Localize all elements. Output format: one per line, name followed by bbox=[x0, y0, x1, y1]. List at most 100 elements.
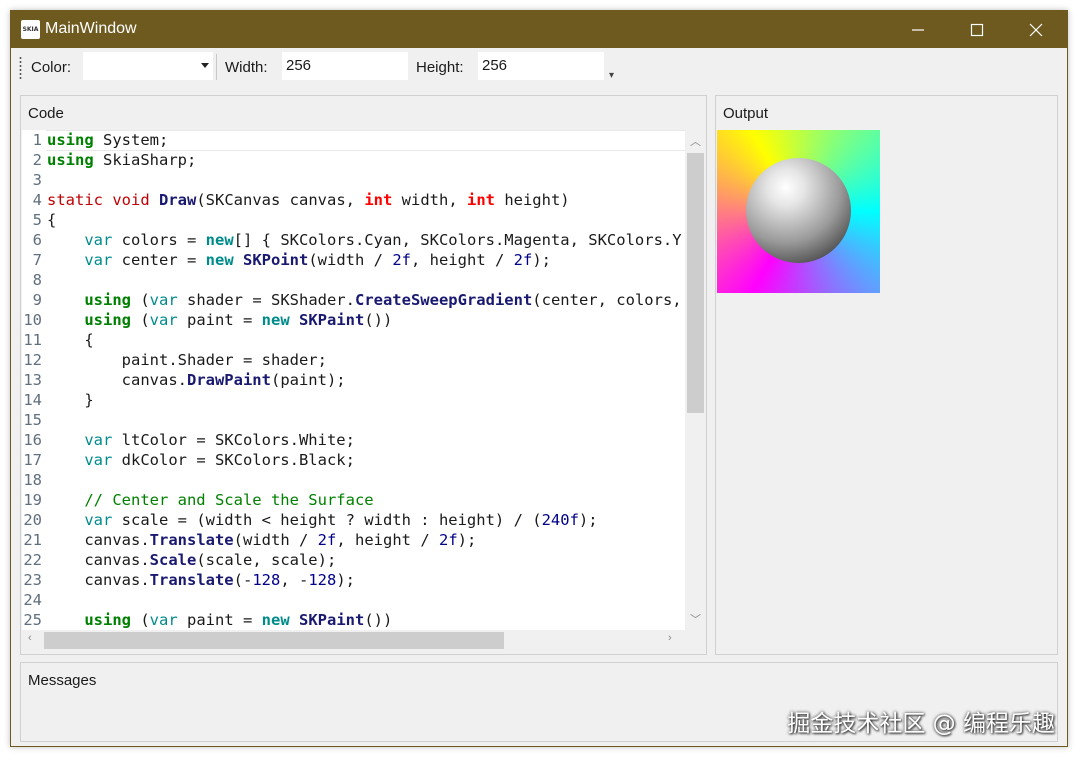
line-number: 12 bbox=[23, 351, 42, 369]
code-line[interactable]: 6 var colors = new[] { SKColors.Cyan, SK… bbox=[22, 230, 682, 250]
height-input[interactable]: 256 bbox=[478, 52, 604, 80]
line-number: 23 bbox=[23, 571, 42, 589]
code-line[interactable]: 9 using (var shader = SKShader.CreateSwe… bbox=[22, 290, 682, 310]
code-line[interactable]: 16 var ltColor = SKColors.White; bbox=[22, 430, 355, 450]
width-input[interactable]: 256 bbox=[282, 52, 408, 80]
code-line[interactable]: 1 using System; bbox=[22, 130, 169, 150]
line-number: 7 bbox=[32, 251, 42, 269]
code-text: var ltColor = SKColors.White; bbox=[84, 431, 355, 449]
code-line[interactable]: 7 var center = new SKPoint(width / 2f, h… bbox=[22, 250, 551, 270]
scroll-right-icon[interactable]: › bbox=[668, 632, 672, 644]
code-text: canvas.Translate(-128, -128); bbox=[47, 571, 355, 589]
toolbar-separator bbox=[216, 54, 217, 80]
line-number: 6 bbox=[32, 231, 42, 249]
line-number: 19 bbox=[23, 491, 42, 509]
code-text: var center = new SKPoint(width / 2f, hei… bbox=[84, 251, 551, 269]
scroll-down-icon[interactable]: ﹀ bbox=[690, 611, 701, 627]
code-line[interactable]: 21 canvas.Translate(width / 2f, height /… bbox=[22, 530, 476, 550]
toolbar-grip-handle[interactable] bbox=[19, 56, 22, 80]
code-text: using (var shader = SKShader.CreateSweep… bbox=[84, 291, 682, 309]
close-button[interactable] bbox=[1007, 11, 1065, 48]
code-text: paint.Shader = shader; bbox=[47, 351, 327, 369]
line-number: 16 bbox=[23, 431, 42, 449]
code-text: canvas.Translate(width / 2f, height / 2f… bbox=[47, 531, 477, 549]
scroll-left-icon[interactable]: ‹ bbox=[28, 632, 32, 644]
scroll-up-icon[interactable]: ︿ bbox=[690, 133, 701, 149]
line-number: 15 bbox=[23, 411, 42, 429]
code-panel: Code 1 using System; 2 using SkiaSharp; 3 4 st… bbox=[20, 95, 707, 655]
code-text: { bbox=[47, 331, 94, 349]
code-text: using (var paint = new SKPaint()) bbox=[84, 311, 393, 329]
code-text: } bbox=[47, 391, 94, 409]
title-bar[interactable]: SKIA MainWindow bbox=[11, 11, 1067, 48]
maximize-button[interactable] bbox=[948, 11, 1006, 48]
code-line[interactable]: 24 bbox=[22, 590, 42, 610]
dropdown-arrow-icon[interactable] bbox=[201, 63, 209, 68]
vertical-scrollbar[interactable]: ︿ ﹀ bbox=[685, 130, 706, 630]
rendered-sphere bbox=[746, 158, 851, 263]
minimize-button[interactable] bbox=[889, 11, 947, 48]
code-panel-title: Code bbox=[28, 105, 64, 122]
code-line[interactable]: 8 bbox=[22, 270, 42, 290]
code-line[interactable]: 22 canvas.Scale(scale, scale); bbox=[22, 550, 336, 570]
line-number: 2 bbox=[32, 151, 42, 169]
height-label: Height: bbox=[416, 59, 464, 76]
line-number: 18 bbox=[23, 471, 42, 489]
color-combobox[interactable] bbox=[83, 52, 213, 80]
output-panel-title: Output bbox=[723, 105, 769, 122]
code-text: static void Draw(SKCanvas canvas, int wi… bbox=[47, 191, 570, 209]
main-window: SKIA MainWindow Color: Width: 256 Height… bbox=[10, 10, 1068, 747]
code-line[interactable]: 19 // Center and Scale the Surface bbox=[22, 490, 373, 510]
code-line[interactable]: 2 using SkiaSharp; bbox=[22, 150, 197, 170]
code-editor[interactable]: 1 using System; 2 using SkiaSharp; 3 4 static … bbox=[22, 130, 685, 630]
horizontal-scrollbar[interactable]: ‹ › bbox=[22, 630, 685, 651]
code-line[interactable]: 23 canvas.Translate(-128, -128); bbox=[22, 570, 355, 590]
output-canvas bbox=[717, 130, 880, 293]
code-line[interactable]: 25 using (var paint = new SKPaint()) bbox=[22, 610, 392, 630]
line-number: 3 bbox=[32, 171, 42, 189]
code-text: var dkColor = SKColors.Black; bbox=[84, 451, 355, 469]
code-text: var colors = new[] { SKColors.Cyan, SKCo… bbox=[84, 231, 682, 249]
output-background bbox=[880, 130, 1057, 654]
line-number: 22 bbox=[23, 551, 42, 569]
code-text: using System; bbox=[47, 131, 169, 149]
code-line[interactable]: 17 var dkColor = SKColors.Black; bbox=[22, 450, 355, 470]
watermark: 掘金技术社区 @ 编程乐趣 bbox=[787, 711, 1055, 737]
code-line[interactable]: 5{ bbox=[22, 210, 57, 230]
line-number: 1 bbox=[32, 131, 42, 149]
code-text: var scale = (width < height ? width : he… bbox=[84, 511, 598, 529]
code-text: // Center and Scale the Surface bbox=[47, 491, 374, 509]
app-icon: SKIA bbox=[21, 20, 40, 39]
code-line[interactable]: 18 bbox=[22, 470, 42, 490]
toolbar-overflow-icon[interactable]: ▾ bbox=[609, 70, 614, 81]
line-number: 10 bbox=[23, 311, 42, 329]
code-text: using (var paint = new SKPaint()) bbox=[84, 611, 393, 629]
horizontal-scroll-thumb[interactable] bbox=[44, 632, 504, 649]
code-line[interactable]: 11 { bbox=[22, 330, 93, 350]
code-line[interactable]: 14 } bbox=[22, 390, 93, 410]
code-line[interactable]: 4 static void Draw(SKCanvas canvas, int w… bbox=[22, 190, 570, 210]
maximize-icon bbox=[970, 23, 984, 37]
code-line[interactable]: 13 canvas.DrawPaint(paint); bbox=[22, 370, 345, 390]
line-number: 5 bbox=[32, 211, 42, 229]
width-label: Width: bbox=[225, 59, 268, 76]
code-line[interactable]: 3 bbox=[22, 170, 42, 190]
code-text: canvas.DrawPaint(paint); bbox=[47, 371, 346, 389]
code-line[interactable]: 20 var scale = (width < height ? width :… bbox=[22, 510, 597, 530]
line-number: 11 bbox=[23, 331, 42, 349]
line-number: 13 bbox=[23, 371, 42, 389]
line-number: 4 bbox=[32, 191, 42, 209]
line-number: 24 bbox=[23, 591, 42, 609]
code-text: { bbox=[47, 211, 57, 229]
window-title: MainWindow bbox=[45, 20, 137, 37]
line-number: 17 bbox=[23, 451, 42, 469]
output-panel: Output bbox=[715, 95, 1058, 655]
vertical-scroll-thumb[interactable] bbox=[687, 153, 704, 413]
code-line[interactable]: 12 paint.Shader = shader; bbox=[22, 350, 327, 370]
line-number: 21 bbox=[23, 531, 42, 549]
minimize-icon bbox=[912, 29, 924, 31]
line-number: 8 bbox=[32, 271, 42, 289]
toolbar: Color: Width: 256 Height: 256 ▾ bbox=[11, 48, 1067, 94]
code-line[interactable]: 10 using (var paint = new SKPaint()) bbox=[22, 310, 392, 330]
code-line[interactable]: 15 bbox=[22, 410, 42, 430]
